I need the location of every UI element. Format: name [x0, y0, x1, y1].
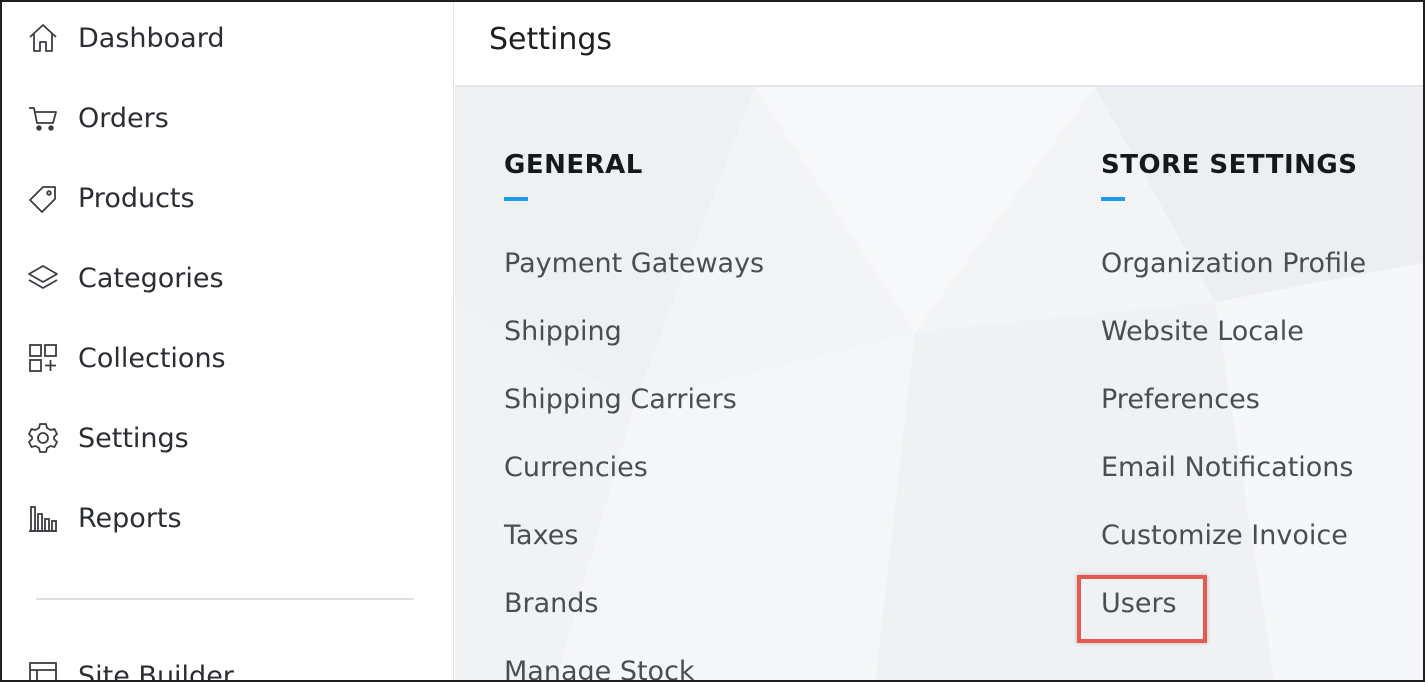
sidebar-item-label: Products	[78, 182, 195, 214]
sidebar-item-reports[interactable]: Reports	[26, 498, 182, 538]
store-settings-heading: STORE SETTINGS	[1101, 150, 1358, 180]
grid-plus-icon	[26, 341, 60, 375]
sidebar-divider	[36, 598, 414, 600]
gear-icon	[26, 421, 60, 455]
link-taxes[interactable]: Taxes	[504, 520, 578, 551]
sidebar-item-categories[interactable]: Categories	[26, 258, 224, 298]
sidebar-item-label: Collections	[78, 342, 226, 374]
cart-icon	[26, 101, 60, 135]
link-shipping[interactable]: Shipping	[504, 316, 622, 347]
link-customize-invoice[interactable]: Customize Invoice	[1101, 520, 1348, 551]
sidebar-item-label: Dashboard	[78, 22, 225, 54]
sidebar-item-label: Reports	[78, 502, 182, 534]
tag-icon	[26, 181, 60, 215]
sidebar-item-site-builder[interactable]: Site Builder	[26, 656, 234, 682]
link-organization-profile[interactable]: Organization Profile	[1101, 248, 1366, 279]
store-settings-heading-underline	[1101, 197, 1125, 201]
link-website-locale[interactable]: Website Locale	[1101, 316, 1304, 347]
sidebar-item-settings[interactable]: Settings	[26, 418, 189, 458]
home-icon	[26, 21, 60, 55]
page-title: Settings	[489, 22, 613, 57]
sidebar-item-orders[interactable]: Orders	[26, 98, 169, 138]
link-payment-gateways[interactable]: Payment Gateways	[504, 248, 764, 279]
sidebar: Dashboard Orders Products Categories Col…	[2, 2, 454, 682]
link-email-notifications[interactable]: Email Notifications	[1101, 452, 1353, 483]
link-brands[interactable]: Brands	[504, 588, 599, 619]
link-currencies[interactable]: Currencies	[504, 452, 648, 483]
sidebar-item-label: Settings	[78, 422, 189, 454]
sidebar-item-label: Orders	[78, 102, 169, 134]
sidebar-item-label: Site Builder	[78, 660, 234, 682]
sidebar-item-products[interactable]: Products	[26, 178, 195, 218]
general-heading: GENERAL	[504, 150, 643, 180]
sidebar-item-collections[interactable]: Collections	[26, 338, 226, 378]
link-shipping-carriers[interactable]: Shipping Carriers	[504, 384, 737, 415]
sidebar-item-label: Categories	[78, 262, 224, 294]
top-bar: Settings	[455, 2, 1423, 87]
general-heading-underline	[504, 197, 528, 201]
layers-icon	[26, 261, 60, 295]
bar-chart-icon	[26, 501, 60, 535]
sidebar-item-dashboard[interactable]: Dashboard	[26, 18, 224, 58]
link-preferences[interactable]: Preferences	[1101, 384, 1260, 415]
link-manage-stock[interactable]: Manage Stock	[504, 656, 695, 680]
main-content: Settings GENERAL Payment Gateways Shippi…	[455, 2, 1423, 680]
window-icon	[26, 659, 60, 680]
users-highlight-box	[1077, 575, 1207, 643]
app-window: Dashboard Orders Products Categories Col…	[0, 0, 1425, 682]
